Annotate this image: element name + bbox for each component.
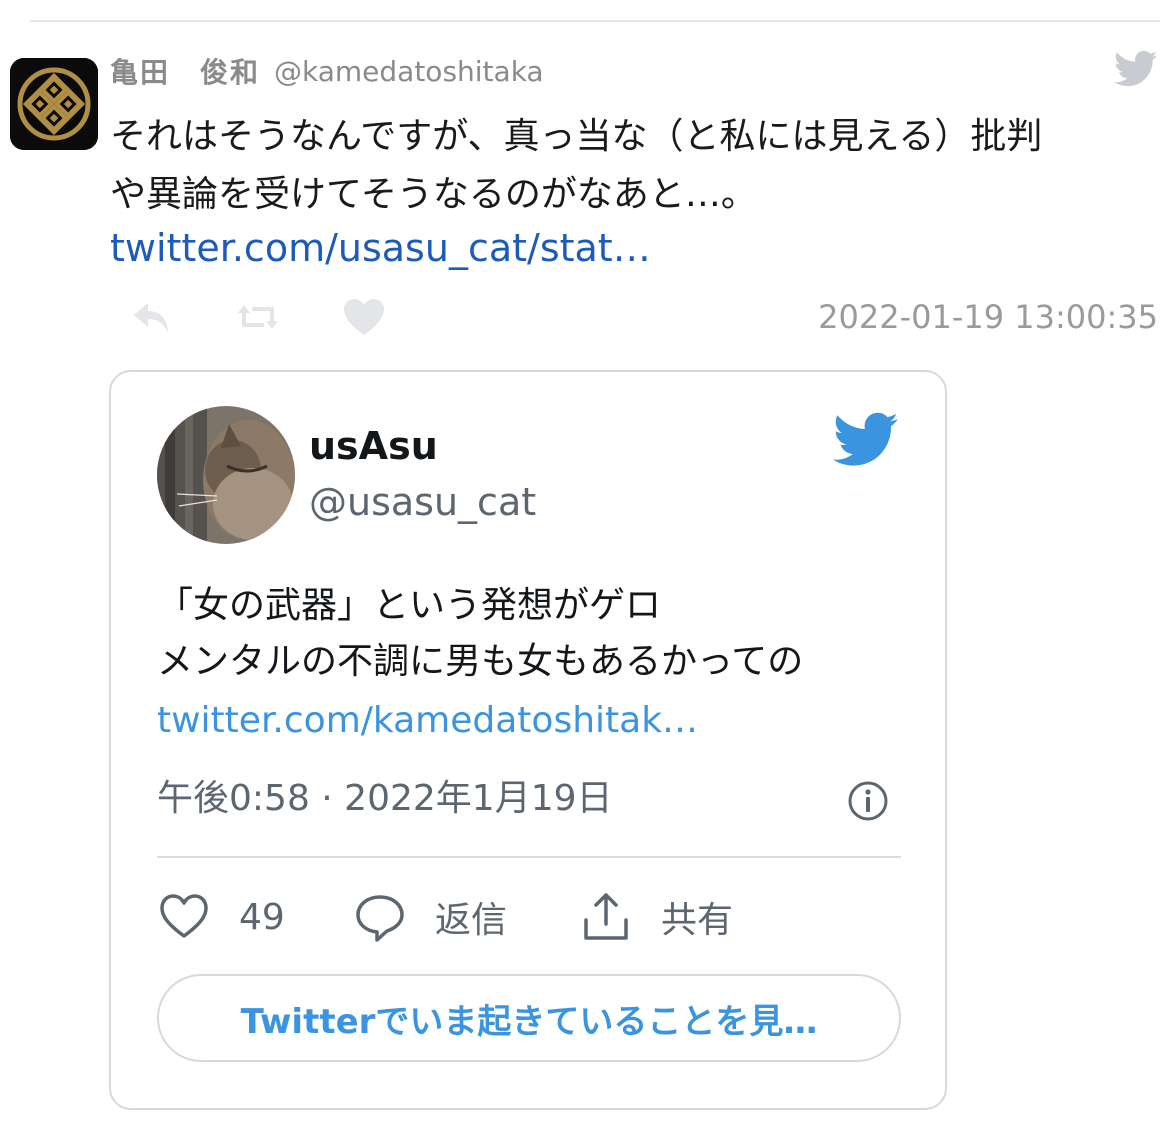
twitter-bird-icon — [1114, 50, 1158, 87]
see-whats-happening-button[interactable]: Twitterでいま起きていることを見… — [157, 974, 901, 1062]
reply-action[interactable]: 返信 — [353, 890, 579, 944]
tweet-link[interactable]: twitter.com/usasu_cat/stat… — [110, 220, 651, 276]
tweet-actions — [128, 292, 388, 342]
cat-avatar-image — [157, 406, 295, 544]
info-icon[interactable] — [847, 780, 889, 822]
retweet-icon[interactable] — [234, 295, 282, 339]
family-crest-logo — [10, 58, 98, 150]
reply-label: 返信 — [435, 900, 508, 941]
like-action[interactable]: 49 — [157, 890, 353, 944]
like-count: 49 — [239, 896, 285, 938]
share-icon[interactable] — [579, 890, 633, 944]
share-action[interactable]: 共有 — [579, 890, 733, 944]
author-handle[interactable]: @kamedatoshitaka — [274, 55, 544, 88]
share-label: 共有 — [661, 900, 734, 941]
embed-avatar[interactable] — [157, 406, 295, 544]
embedded-tweet-card[interactable]: usAsu @usasu_cat 「女の武器」という発想がゲロ メンタルの不調に… — [109, 370, 947, 1110]
embed-text-line: メンタルの不調に男も女もあるかっての — [157, 641, 804, 682]
reply-icon[interactable] — [128, 295, 176, 339]
like-icon[interactable] — [340, 295, 388, 339]
author-line: 亀田 俊和 @kamedatoshitaka — [110, 52, 544, 90]
tweet-text-line: や異論を受けてそうなるのがなあと…。 — [110, 174, 757, 215]
embed-actions: 49 返信 共有 — [157, 884, 733, 950]
embed-author-name[interactable]: usAsu — [309, 424, 438, 468]
heart-icon[interactable] — [157, 890, 211, 944]
embed-timestamp[interactable]: 午後0:58 · 2022年1月19日 — [157, 774, 613, 824]
embed-link[interactable]: twitter.com/kamedatoshitak… — [157, 694, 698, 748]
twitter-bird-icon[interactable] — [833, 412, 899, 468]
tweet-text-line: それはそうなんですが、真っ当な（と私には見える）批判 — [110, 116, 1043, 157]
tweet-timestamp: 2022-01-19 13:00:35 — [818, 298, 1158, 336]
top-divider — [30, 20, 1160, 22]
embed-tweet-text: 「女の武器」という発想がゲロ メンタルの不調に男も女もあるかっての — [157, 578, 917, 690]
card-divider — [157, 856, 901, 858]
author-avatar[interactable] — [10, 58, 98, 150]
embed-author-handle[interactable]: @usasu_cat — [309, 480, 536, 524]
comment-icon[interactable] — [353, 890, 407, 944]
author-name[interactable]: 亀田 俊和 — [110, 51, 260, 91]
tweet-text: それはそうなんですが、真っ当な（と私には見える）批判 や異論を受けてそうなるのが… — [110, 108, 1150, 224]
embed-text-line: 「女の武器」という発想がゲロ — [157, 585, 662, 626]
